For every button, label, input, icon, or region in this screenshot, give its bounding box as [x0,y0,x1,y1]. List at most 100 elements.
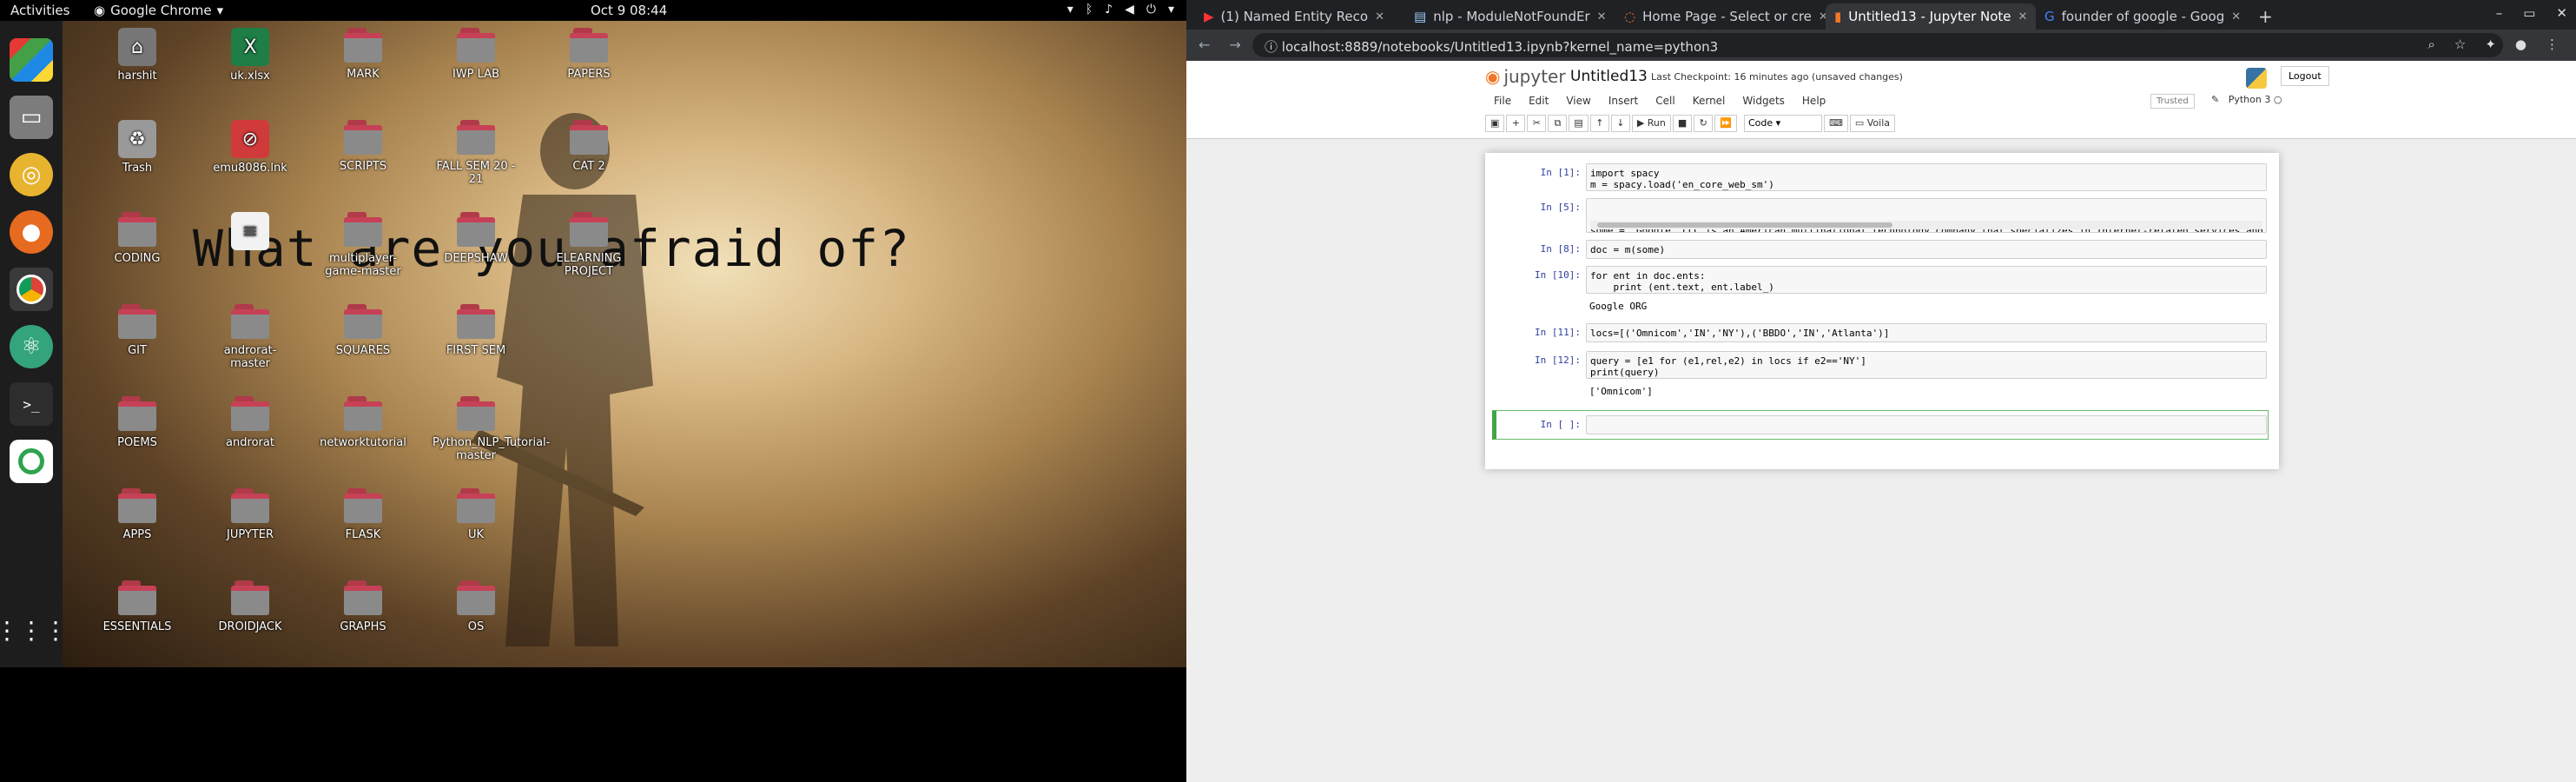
tab-named-entity[interactable]: ▶ (1) Named Entity Reco ✕ [1195,3,1405,30]
desktop-icon[interactable]: Python_NLP_Tutorial-master [433,396,550,462]
code-cell[interactable]: In [8]: doc = m(some) [1494,240,2267,259]
desktop-icon[interactable]: ♻ Trash [94,120,181,175]
desktop-icon[interactable]: networktutorial [320,396,406,449]
show-apps-icon[interactable]: ⋮⋮⋮ [0,608,68,652]
new-tab-button[interactable]: + [2249,3,2279,30]
menu-widgets[interactable]: Widgets [1734,92,1793,109]
forward-icon[interactable]: → [1229,36,1240,53]
desktop-icon[interactable]: ≡ [207,212,294,254]
code-cell[interactable]: In [5]: some = 'Google, LLC is an Americ… [1494,198,2267,233]
tab-home-page[interactable]: ◌ Home Page - Select or cre ✕ [1615,3,1826,30]
move-up-icon[interactable]: ↑ [1589,115,1609,132]
star-icon[interactable]: ☆ [2454,36,2466,52]
cell-input[interactable]: some = 'Google, LLC is an American multi… [1586,198,2267,233]
scrollbar-thumb[interactable] [1597,222,1892,228]
desktop-icon[interactable]: FALL SEM 20 - 21 [433,120,519,186]
desktop-icon[interactable]: IWP LAB [433,28,519,81]
close-icon[interactable]: ✕ [1597,10,1607,23]
system-tray[interactable]: ▾ ᛒ ♪ ◀ ⏻ ▾ [1067,3,1174,17]
files-icon[interactable]: ▭ [10,96,53,139]
app-menu[interactable]: ◉ Google Chrome ▾ [94,3,223,18]
menu-edit[interactable]: Edit [1520,92,1557,109]
terminal-icon[interactable]: >_ [10,382,53,426]
logout-button[interactable]: Logout [2281,66,2329,86]
code-cell-active[interactable]: In [ ]: [1494,415,2267,434]
move-down-icon[interactable]: ↓ [1610,115,1630,132]
desktop-icon[interactable]: SCRIPTS [320,120,406,173]
restart-icon[interactable]: ↻ [1694,115,1714,132]
voila-button[interactable]: ▭ Voila [1849,115,1896,132]
notebook-name[interactable]: Untitled13 [1570,68,1648,85]
desktop-icon[interactable]: PAPERS [545,28,632,81]
desktop-icon[interactable]: ⊘ emu8086.lnk [207,120,294,175]
activities-button[interactable]: Activities [10,3,69,18]
code-cell[interactable]: In [12]: query = [e1 for (e1,rel,e2) in … [1494,351,2267,401]
menu-help[interactable]: Help [1793,92,1834,109]
rhythmbox-icon[interactable]: ◎ [10,153,53,196]
trusted-badge[interactable]: Trusted [2150,94,2195,109]
desktop-icon[interactable]: JUPYTER [207,488,294,541]
code-cell[interactable]: In [10]: for ent in doc.ents: print (ent… [1494,266,2267,315]
paste-icon[interactable]: ▤ [1569,115,1589,132]
maximize-icon[interactable]: ▭ [2523,5,2535,21]
zoom-icon[interactable]: ⌕ [2427,36,2434,52]
atom-icon[interactable]: ⚛ [10,325,53,368]
circle-app-icon[interactable] [10,440,53,483]
cell-input[interactable]: locs=[('Omnicom','IN','NY'),('BBDO','IN'… [1586,323,2267,342]
cell-input[interactable] [1586,415,2267,434]
menu-view[interactable]: View [1557,92,1599,109]
fast-forward-icon[interactable]: ⏩ [1714,115,1737,132]
keyboard-icon[interactable]: ⌨ [1823,115,1848,132]
minimize-icon[interactable]: – [2496,5,2503,21]
code-cell[interactable]: In [1]: import spacy m = spacy.load('en_… [1494,163,2267,191]
cut-icon[interactable]: ✂ [1527,115,1547,132]
desktop-icon[interactable]: SQUARES [320,304,406,357]
extensions-icon[interactable]: ✦ [2485,36,2496,52]
run-button[interactable]: ▶ Run [1631,115,1671,132]
pencil-icon[interactable]: ✎ [2211,94,2219,105]
back-icon[interactable]: ← [1199,36,1210,53]
close-window-icon[interactable]: ✕ [2556,5,2567,21]
address-bar[interactable]: ⓘ localhost:8889/notebooks/Untitled13.ip… [1252,33,2503,57]
save-icon[interactable]: ▣ [1485,115,1505,132]
desktop-icon[interactable]: FIRST SEM [433,304,519,357]
desktop-icon[interactable]: ESSENTIALS [94,580,181,633]
profile-avatar[interactable]: ● [2515,36,2526,52]
close-icon[interactable]: ✕ [2018,10,2028,23]
desktop-icon[interactable]: GRAPHS [320,580,406,633]
cell-input[interactable]: import spacy m = spacy.load('en_core_web… [1586,163,2267,191]
desktop-icon[interactable]: CODING [94,212,181,265]
tab-untitled13[interactable]: ▮ Untitled13 - Jupyter Note ✕ [1826,3,2036,30]
desktop-icon[interactable]: GIT [94,304,181,357]
desktop-icon[interactable]: androrat [207,396,294,449]
horizontal-scrollbar[interactable] [1590,221,2262,229]
menu-cell[interactable]: Cell [1647,92,1683,109]
desktop-icon[interactable]: POEMS [94,396,181,449]
desktop-icon[interactable]: APPS [94,488,181,541]
desktop-icon[interactable]: multiplayer-game-master [320,212,406,278]
desktop-icon[interactable]: UK [433,488,519,541]
more-icon[interactable]: ⋮ [2546,36,2559,52]
desktop-icon[interactable]: androrat-master [207,304,294,370]
jupyter-logo[interactable]: ◉ jupyter [1485,66,1566,87]
code-cell[interactable]: In [11]: locs=[('Omnicom','IN','NY'),('B… [1494,323,2267,342]
cell-type-select[interactable]: Code ▾ [1743,115,1822,132]
desktop-icon[interactable]: ⌂ harshit [94,28,181,83]
tab-nlp[interactable]: ▤ nlp - ModuleNotFoundEr ✕ [1405,3,1615,30]
desktop-icon[interactable]: DEEPSHAW [433,212,519,265]
cell-input[interactable]: query = [e1 for (e1,rel,e2) in locs if e… [1586,351,2267,379]
clock[interactable]: Oct 9 08:44 [591,3,667,18]
menu-insert[interactable]: Insert [1600,92,1647,109]
insert-cell-icon[interactable]: + [1506,115,1526,132]
desktop-icon[interactable]: OS [433,580,519,633]
desktop-icon[interactable]: DROIDJACK [207,580,294,633]
desktop-icon[interactable]: MARK [320,28,406,81]
cell-input[interactable]: for ent in doc.ents: print (ent.text, en… [1586,266,2267,294]
desktop-icon[interactable]: CAT 2 [545,120,632,173]
app-grid-icon[interactable] [10,38,53,82]
close-icon[interactable]: ✕ [1819,10,1826,23]
cell-input[interactable]: doc = m(some) [1586,240,2267,259]
menu-file[interactable]: File [1485,92,1520,109]
stop-icon[interactable]: ■ [1672,115,1693,132]
copy-icon[interactable]: ⧉ [1548,115,1568,132]
